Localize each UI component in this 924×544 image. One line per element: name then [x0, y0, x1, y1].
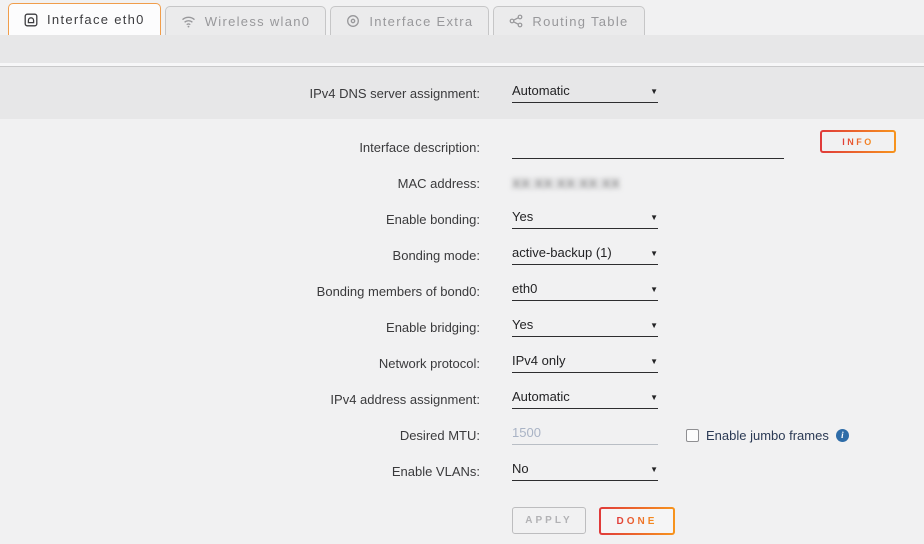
target-icon: [346, 14, 360, 28]
form-row-bonding-members: Bonding members of bond0: eth0 ▼: [0, 273, 924, 309]
enable-vlans-value: No: [512, 461, 529, 476]
chevron-down-icon: ▼: [650, 249, 658, 258]
ipv4-assignment-label: IPv4 address assignment:: [0, 392, 480, 407]
tab-bar: Interface eth0 Wireless wlan0 Interface …: [8, 4, 924, 35]
enable-bridging-value: Yes: [512, 317, 533, 332]
tab-label: Interface eth0: [47, 12, 145, 27]
tab-routing-table[interactable]: Routing Table: [493, 6, 644, 35]
form-row-bonding-mode: Bonding mode: active-backup (1) ▼: [0, 237, 924, 273]
done-button-label: DONE: [617, 516, 658, 527]
tab-label: Routing Table: [532, 14, 628, 29]
jumbo-frames-label: Enable jumbo frames: [706, 428, 829, 443]
interface-description-input[interactable]: [512, 136, 784, 159]
tab-wireless-wlan0[interactable]: Wireless wlan0: [165, 6, 327, 35]
enable-vlans-select[interactable]: No ▼: [512, 461, 658, 481]
desired-mtu-label: Desired MTU:: [0, 428, 480, 443]
chevron-down-icon: ▼: [650, 87, 658, 96]
ipv4-assignment-value: Automatic: [512, 389, 570, 404]
form-row-mtu: Desired MTU: 1500 Enable jumbo frames i: [0, 417, 924, 453]
toolbar-band: [0, 35, 924, 63]
form-row-protocol: Network protocol: IPv4 only ▼: [0, 345, 924, 381]
dns-section: IPv4 DNS server assignment: Automatic ▼: [0, 67, 924, 119]
interface-form: Interface description: INFO MAC address:…: [0, 119, 924, 544]
button-row: APPLY DONE: [0, 507, 924, 535]
tab-label: Interface Extra: [369, 14, 473, 29]
dns-assignment-select[interactable]: Automatic ▼: [512, 83, 658, 103]
nodes-icon: [509, 14, 523, 28]
enable-bridging-select[interactable]: Yes ▼: [512, 317, 658, 337]
jumbo-frames-group: Enable jumbo frames i: [686, 428, 849, 443]
ipv4-assignment-select[interactable]: Automatic ▼: [512, 389, 658, 409]
mac-address-label: MAC address:: [0, 176, 480, 191]
chevron-down-icon: ▼: [650, 465, 658, 474]
desired-mtu-input: 1500: [512, 425, 658, 445]
form-row-bridging: Enable bridging: Yes ▼: [0, 309, 924, 345]
form-row-dns: IPv4 DNS server assignment: Automatic ▼: [0, 75, 924, 111]
form-row-vlans: Enable VLANs: No ▼: [0, 453, 924, 489]
dns-assignment-value: Automatic: [512, 83, 570, 98]
bonding-members-select[interactable]: eth0 ▼: [512, 281, 658, 301]
tab-interface-extra[interactable]: Interface Extra: [330, 6, 489, 35]
chevron-down-icon: ▼: [650, 213, 658, 222]
form-row-mac: MAC address: XX:XX:XX:XX:XX: [0, 165, 924, 201]
enable-bridging-label: Enable bridging:: [0, 320, 480, 335]
form-row-description: Interface description: INFO: [0, 129, 924, 165]
bonding-mode-label: Bonding mode:: [0, 248, 480, 263]
bonding-mode-select[interactable]: active-backup (1) ▼: [512, 245, 658, 265]
bonding-members-label: Bonding members of bond0:: [0, 284, 480, 299]
chevron-down-icon: ▼: [650, 357, 658, 366]
chevron-down-icon: ▼: [650, 321, 658, 330]
form-row-ipv4-assignment: IPv4 address assignment: Automatic ▼: [0, 381, 924, 417]
enable-bonding-value: Yes: [512, 209, 533, 224]
chevron-down-icon: ▼: [650, 393, 658, 402]
tab-label: Wireless wlan0: [205, 14, 311, 29]
enable-vlans-label: Enable VLANs:: [0, 464, 480, 479]
chevron-down-icon: ▼: [650, 285, 658, 294]
info-button[interactable]: INFO: [820, 130, 896, 153]
wifi-icon: [181, 15, 196, 28]
jumbo-frames-checkbox[interactable]: [686, 429, 699, 442]
info-icon[interactable]: i: [836, 429, 849, 442]
network-protocol-select[interactable]: IPv4 only ▼: [512, 353, 658, 373]
bonding-members-value: eth0: [512, 281, 537, 296]
ethernet-icon: [24, 13, 38, 27]
network-protocol-label: Network protocol:: [0, 356, 480, 371]
apply-button[interactable]: APPLY: [512, 507, 586, 534]
form-row-bonding: Enable bonding: Yes ▼: [0, 201, 924, 237]
done-button[interactable]: DONE: [599, 507, 675, 535]
mac-address-value-redacted: XX:XX:XX:XX:XX: [512, 176, 620, 191]
desired-mtu-value: 1500: [512, 425, 541, 440]
tab-interface-eth0[interactable]: Interface eth0: [8, 3, 161, 35]
dns-assignment-label: IPv4 DNS server assignment:: [0, 86, 480, 101]
bonding-mode-value: active-backup (1): [512, 245, 612, 260]
network-protocol-value: IPv4 only: [512, 353, 565, 368]
enable-bonding-label: Enable bonding:: [0, 212, 480, 227]
info-button-label: INFO: [842, 137, 874, 147]
interface-description-label: Interface description:: [0, 140, 480, 155]
enable-bonding-select[interactable]: Yes ▼: [512, 209, 658, 229]
